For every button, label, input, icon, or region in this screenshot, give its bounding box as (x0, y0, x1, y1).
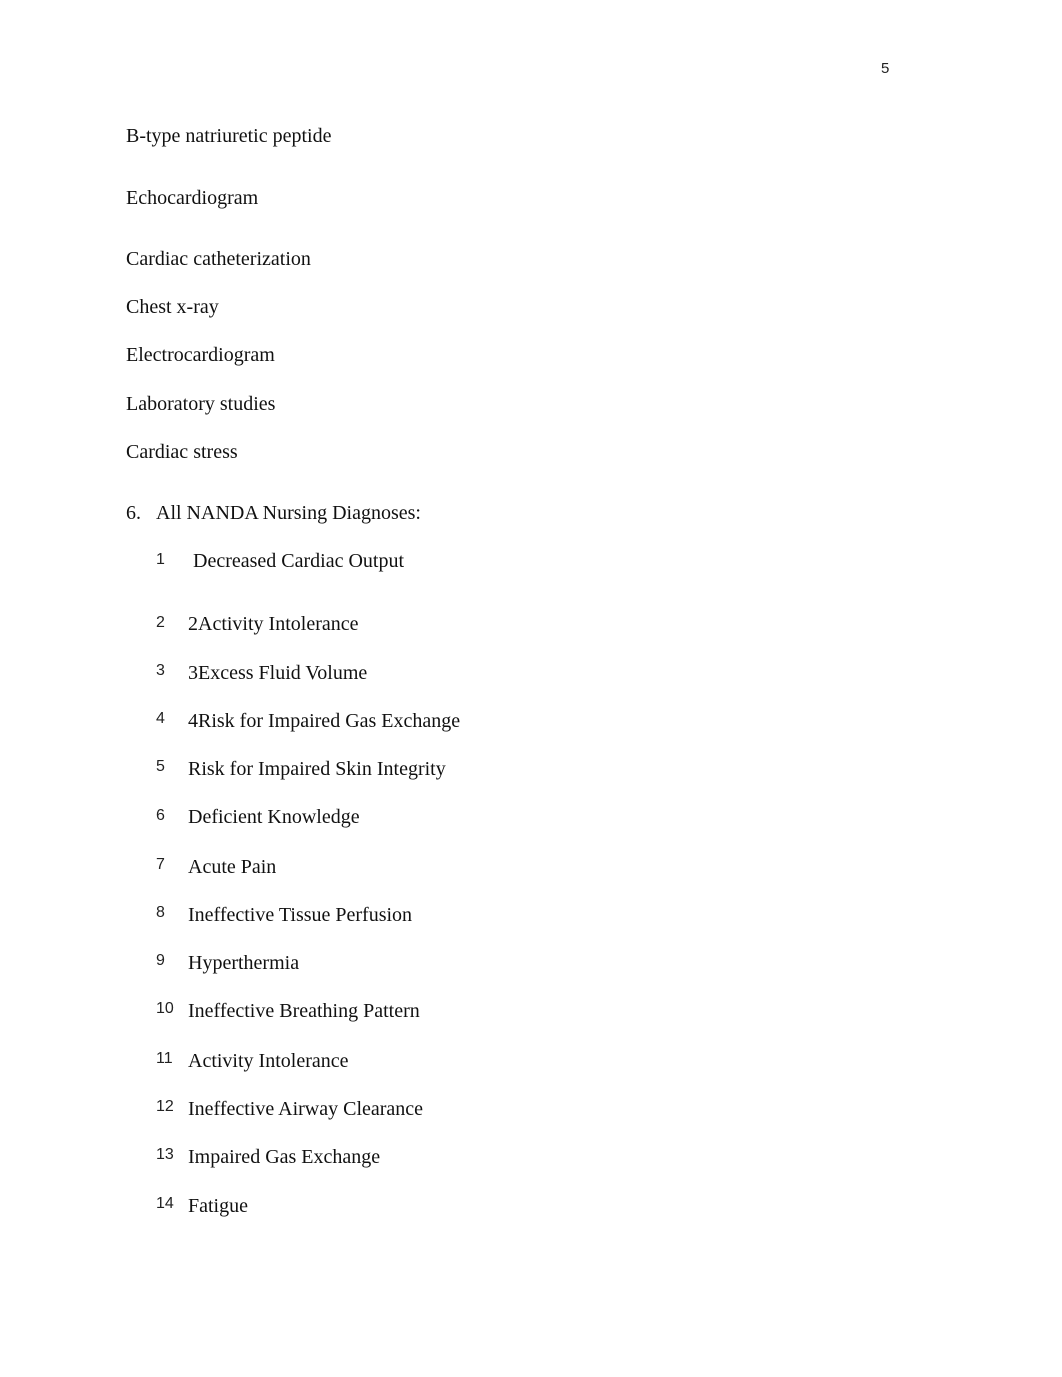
diagnosis-text: Activity Intolerance (188, 1050, 349, 1072)
diagnosis-number: 14 (156, 1195, 174, 1212)
diagnosis-text: Hyperthermia (188, 952, 300, 974)
diagnosis-text: Risk for Impaired Skin Integrity (188, 758, 446, 780)
diagnosis-text: Decreased Cardiac Output (188, 550, 405, 572)
diagnosis-text: 2Activity Intolerance (188, 613, 359, 635)
diagnosis-number: 6 (156, 807, 165, 824)
diagnosis-number: 2 (156, 614, 165, 631)
diagnosis-number: 7 (156, 856, 165, 873)
test-item: B-type natriuretic peptide (126, 125, 332, 147)
test-item: Cardiac stress (126, 441, 238, 463)
diagnosis-text: Ineffective Airway Clearance (188, 1098, 424, 1120)
diagnosis-number: 4 (156, 710, 165, 727)
test-item: Laboratory studies (126, 393, 276, 415)
diagnosis-number: 5 (156, 758, 165, 775)
diagnosis-number: 8 (156, 904, 165, 921)
diagnosis-number: 12 (156, 1098, 174, 1115)
diagnosis-text: Acute Pain (188, 856, 277, 878)
section-title: All NANDA Nursing Diagnoses: (156, 502, 421, 524)
diagnosis-number: 11 (156, 1050, 173, 1067)
page-number: 5 (881, 60, 890, 77)
diagnosis-text: 3Excess Fluid Volume (188, 662, 368, 684)
test-item: Chest x-ray (126, 296, 219, 318)
test-item: Electrocardiogram (126, 344, 275, 366)
diagnosis-number: 3 (156, 662, 165, 679)
diagnosis-number: 10 (156, 1000, 174, 1017)
section-number: 6. (126, 502, 141, 524)
diagnosis-text: Impaired Gas Exchange (188, 1146, 381, 1168)
diagnosis-text: Fatigue (188, 1195, 248, 1217)
diagnosis-number: 1 (156, 551, 165, 568)
diagnosis-text: 4Risk for Impaired Gas Exchange (188, 710, 461, 732)
diagnosis-text: Deficient Knowledge (188, 806, 360, 828)
diagnosis-text: Ineffective Breathing Pattern (188, 1000, 420, 1022)
diagnosis-number: 13 (156, 1146, 174, 1163)
test-item: Cardiac catheterization (126, 248, 311, 270)
diagnosis-number: 9 (156, 952, 165, 969)
test-item: Echocardiogram (126, 187, 259, 209)
diagnosis-text: Ineffective Tissue Perfusion (188, 904, 413, 926)
